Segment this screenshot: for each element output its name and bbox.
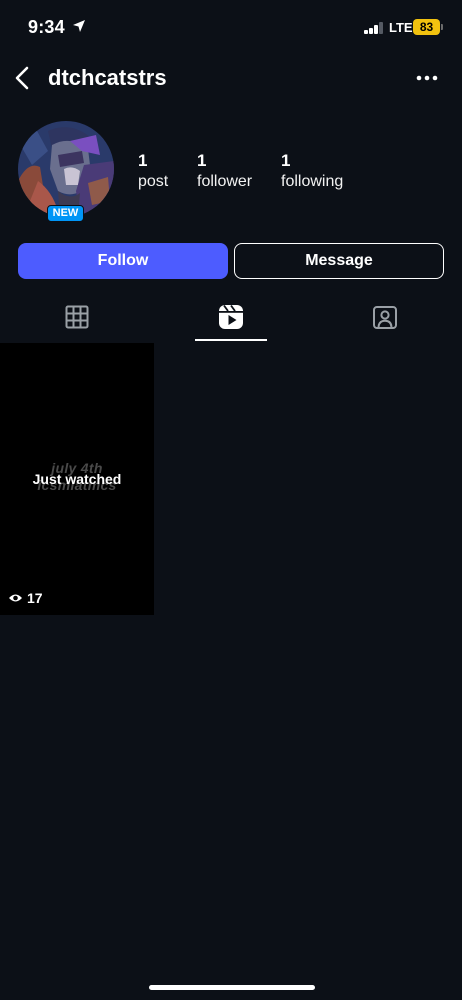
message-button[interactable]: Message <box>234 243 444 279</box>
more-options-icon[interactable] <box>412 66 442 90</box>
stat-followers-value: 1 <box>197 151 207 170</box>
follow-button[interactable]: Follow <box>18 243 228 279</box>
status-bar: 9:34 LTE 83 <box>0 0 462 54</box>
stat-following[interactable]: 1 following <box>281 151 343 192</box>
location-arrow-icon <box>73 20 85 32</box>
reels-icon <box>219 304 243 329</box>
new-badge: NEW <box>47 205 84 222</box>
battery-level: 83 <box>413 19 440 35</box>
back-arrow-icon[interactable] <box>12 64 34 92</box>
battery-tip <box>441 24 443 30</box>
grid-icon <box>65 305 89 329</box>
stat-posts-label: post <box>138 173 169 190</box>
status-time: 9:34 <box>28 17 65 37</box>
profile-username: dtchcatstrs <box>48 65 167 90</box>
profile-avatar[interactable] <box>18 121 114 217</box>
cellular-signal-icon <box>364 22 384 34</box>
stat-posts-value: 1 <box>138 151 148 170</box>
stat-following-value: 1 <box>281 151 291 170</box>
eye-icon <box>9 594 22 602</box>
home-indicator[interactable] <box>149 985 315 990</box>
reel-view-count: 17 <box>27 590 43 606</box>
tab-tagged[interactable] <box>365 300 405 336</box>
stat-posts[interactable]: 1 post <box>138 151 168 192</box>
tab-reels[interactable] <box>211 300 251 336</box>
stat-followers-label: follower <box>197 173 253 190</box>
tab-posts-grid[interactable] <box>57 300 97 336</box>
stat-followers[interactable]: 1 follower <box>197 151 252 192</box>
avatar-image <box>18 121 114 217</box>
just-watched-label: Just watched <box>32 471 122 487</box>
network-type: LTE <box>389 20 413 35</box>
stat-following-label: following <box>281 173 344 190</box>
active-tab-indicator <box>195 339 267 341</box>
tagged-person-icon <box>373 306 397 329</box>
